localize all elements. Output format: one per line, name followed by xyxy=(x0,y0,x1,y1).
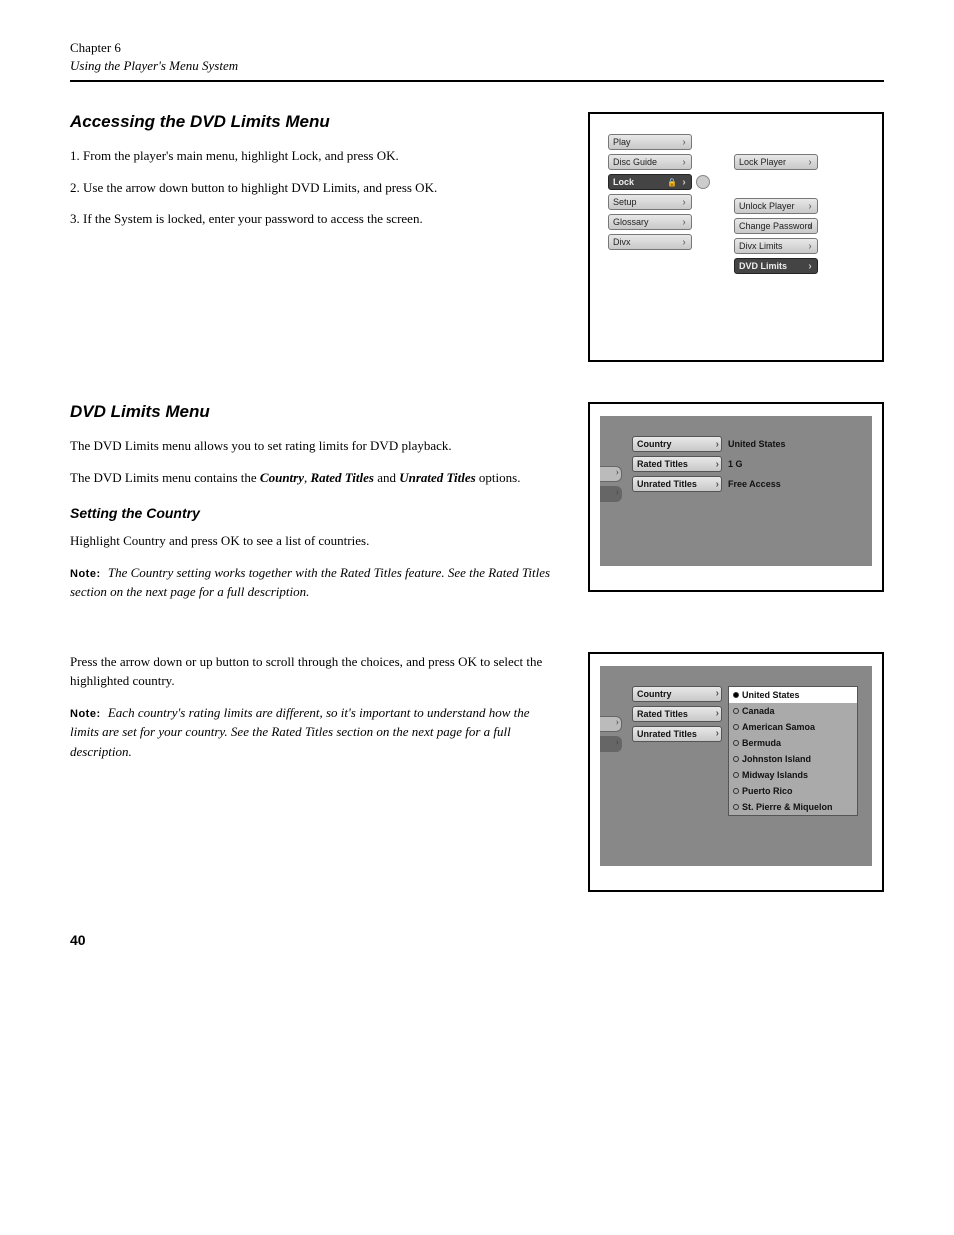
option-unrated-titles[interactable]: Unrated Titles› xyxy=(632,726,722,742)
side-tab-1[interactable] xyxy=(600,716,622,732)
option-rated-titles[interactable]: Rated Titles› xyxy=(632,456,722,472)
chevron-right-icon: › xyxy=(716,728,719,739)
submenu-lock-player[interactable]: Lock Player› xyxy=(734,154,818,170)
value-unrated: Free Access xyxy=(728,479,781,489)
radio-icon xyxy=(733,756,739,762)
section-title-dvd-limits-access: Accessing the DVD Limits Menu xyxy=(70,112,558,132)
side-tab-2[interactable] xyxy=(600,486,622,502)
connector-circle-icon xyxy=(696,175,710,189)
chevron-right-icon: › xyxy=(805,221,815,231)
menu-setup[interactable]: Setup› xyxy=(608,194,692,210)
side-tab-1[interactable] xyxy=(600,466,622,482)
value-country: United States xyxy=(728,439,786,449)
note-rating-limits: Note: Each country's rating limits are d… xyxy=(70,703,558,762)
chevron-right-icon: › xyxy=(805,201,815,211)
menu-disc-guide[interactable]: Disc Guide› xyxy=(608,154,692,170)
chevron-right-icon: › xyxy=(805,261,815,271)
country-item-st-pierre[interactable]: St. Pierre & Miquelon xyxy=(729,799,857,815)
figure-country-list: Country› Rated Titles› Unrated Titles› U… xyxy=(588,652,884,892)
country-item-canada[interactable]: Canada xyxy=(729,703,857,719)
country-dropdown-list[interactable]: United States Canada American Samoa Berm… xyxy=(728,686,858,816)
country-item-american-samoa[interactable]: American Samoa xyxy=(729,719,857,735)
page-number: 40 xyxy=(70,932,884,948)
note-label: Note: xyxy=(70,568,101,580)
option-rated-titles[interactable]: Rated Titles› xyxy=(632,706,722,722)
chevron-right-icon: › xyxy=(716,459,719,470)
menu-lock[interactable]: Lock🔒› xyxy=(608,174,692,190)
submenu-dvd-limits[interactable]: DVD Limits› xyxy=(734,258,818,274)
side-tabs xyxy=(600,716,622,846)
radio-icon xyxy=(733,804,739,810)
chevron-right-icon: › xyxy=(805,157,815,167)
subheading-setting-country: Setting the Country xyxy=(70,505,558,521)
menu-play[interactable]: Play› xyxy=(608,134,692,150)
chevron-right-icon: › xyxy=(679,217,689,227)
radio-icon xyxy=(733,740,739,746)
menu-glossary[interactable]: Glossary› xyxy=(608,214,692,230)
chevron-right-icon: › xyxy=(679,177,689,187)
lock-icon: 🔒 xyxy=(667,178,677,187)
step-3: 3. If the System is locked, enter your p… xyxy=(84,209,558,229)
country-item-johnston[interactable]: Johnston Island xyxy=(729,751,857,767)
chapter-number: Chapter 6 xyxy=(70,40,884,56)
page-header: Chapter 6 Using the Player's Menu System xyxy=(70,40,884,82)
chevron-right-icon: › xyxy=(679,197,689,207)
chevron-right-icon: › xyxy=(716,479,719,490)
side-tabs xyxy=(600,466,622,546)
country-item-midway[interactable]: Midway Islands xyxy=(729,767,857,783)
note-label: Note: xyxy=(70,708,101,720)
menu-divx[interactable]: Divx› xyxy=(608,234,692,250)
chevron-right-icon: › xyxy=(679,157,689,167)
country-item-bermuda[interactable]: Bermuda xyxy=(729,735,857,751)
submenu-unlock-player[interactable]: Unlock Player› xyxy=(734,198,818,214)
side-tab-2[interactable] xyxy=(600,736,622,752)
lock-submenu-column: Lock Player› Unlock Player› Change Passw… xyxy=(734,154,818,274)
option-unrated-titles[interactable]: Unrated Titles› xyxy=(632,476,722,492)
note-country-setting: Note: The Country setting works together… xyxy=(70,563,558,602)
value-rated: 1 G xyxy=(728,459,743,469)
para-dvd-limits-desc: The DVD Limits menu allows you to set ra… xyxy=(70,436,558,456)
radio-icon xyxy=(733,772,739,778)
para-dvd-limits-options: The DVD Limits menu contains the Country… xyxy=(70,468,558,488)
figure-dvd-limits-menu: Country› United States Rated Titles› 1 G… xyxy=(588,402,884,592)
country-item-puerto-rico[interactable]: Puerto Rico xyxy=(729,783,857,799)
option-country[interactable]: Country› xyxy=(632,686,722,702)
chevron-right-icon: › xyxy=(716,439,719,450)
main-menu-column: Play› Disc Guide› Lock🔒› Setup› Glossary… xyxy=(608,134,710,274)
step-1: 1. From the player's main menu, highligh… xyxy=(84,146,558,166)
option-country[interactable]: Country› xyxy=(632,436,722,452)
section-title-dvd-limits-menu: DVD Limits Menu xyxy=(70,402,558,422)
chevron-right-icon: › xyxy=(679,137,689,147)
chevron-right-icon: › xyxy=(716,708,719,719)
chevron-right-icon: › xyxy=(716,688,719,699)
step-2: 2. Use the arrow down button to highligh… xyxy=(84,178,558,198)
submenu-divx-limits[interactable]: Divx Limits› xyxy=(734,238,818,254)
submenu-change-password[interactable]: Change Password› xyxy=(734,218,818,234)
country-item-us[interactable]: United States xyxy=(729,687,857,703)
para-highlight-country: Highlight Country and press OK to see a … xyxy=(70,531,558,551)
chevron-right-icon: › xyxy=(679,237,689,247)
chapter-title: Using the Player's Menu System xyxy=(70,58,884,74)
radio-icon xyxy=(733,788,739,794)
radio-icon xyxy=(733,708,739,714)
figure-lock-menu: Play› Disc Guide› Lock🔒› Setup› Glossary… xyxy=(588,112,884,362)
chevron-right-icon: › xyxy=(805,241,815,251)
radio-icon xyxy=(733,724,739,730)
para-scroll-countries: Press the arrow down or up button to scr… xyxy=(70,652,558,691)
radio-icon xyxy=(733,692,739,698)
